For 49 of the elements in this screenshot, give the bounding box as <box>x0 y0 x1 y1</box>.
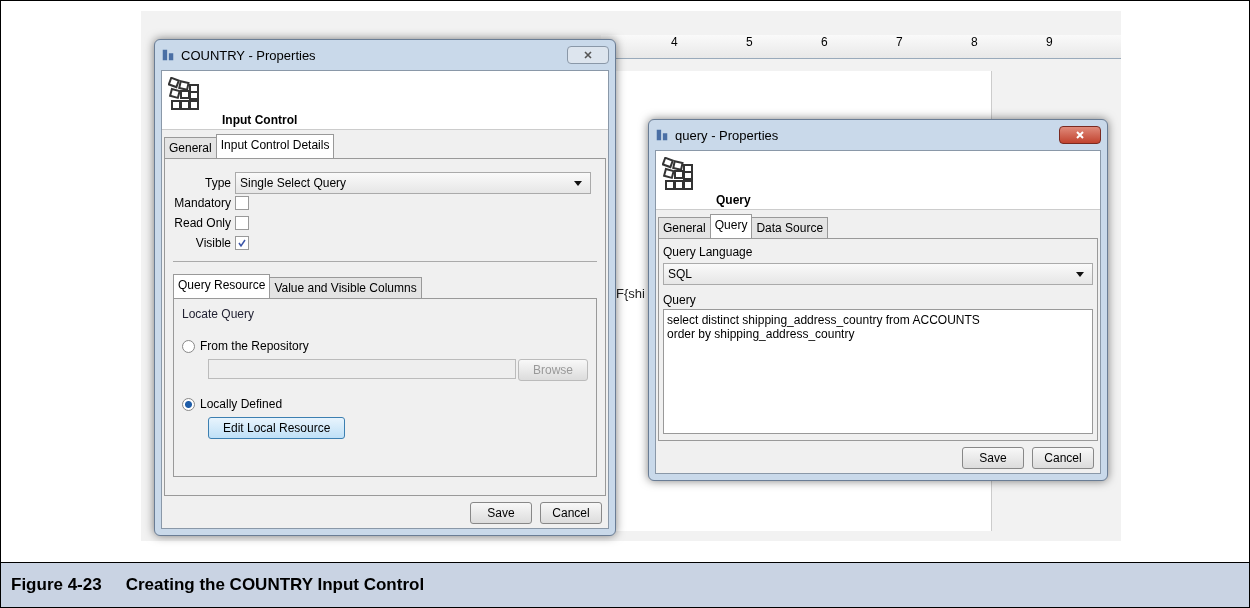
tab[interactable]: General <box>658 217 711 238</box>
tab[interactable]: Data Source <box>751 217 829 238</box>
tab[interactable]: Query <box>709 214 753 238</box>
radio-button[interactable] <box>182 339 195 353</box>
field-label: Query Language <box>663 245 754 259</box>
ruler-number: 7 <box>896 35 904 51</box>
checkbox-label: Visible <box>194 236 231 250</box>
radio-button[interactable] <box>182 397 195 411</box>
edit-local-resource-button[interactable]: Edit Local Resource <box>208 417 346 439</box>
ruler-number: 9 <box>1046 35 1054 51</box>
ruler-number: 4 <box>671 35 679 51</box>
dialog-heading: Input Control <box>222 113 298 127</box>
query-text-area[interactable]: select distinct shipping_address_country from ACCOUNTS order by shipping_address_country <box>663 309 1093 434</box>
caret-icon <box>574 180 582 186</box>
ruler-number: 8 <box>971 35 979 51</box>
save-button[interactable]: Save <box>470 502 532 524</box>
radio-label: Locally Defined <box>200 397 283 411</box>
figure-caption: Creating the COUNTRY Input Control <box>125 575 425 595</box>
cancel-button[interactable]: Cancel <box>540 502 602 524</box>
expression-text: F{shi <box>616 286 645 301</box>
tab[interactable]: Value and Visible Columns <box>269 277 422 298</box>
tab[interactable]: Input Control Details <box>215 134 335 158</box>
app-icon <box>655 128 669 142</box>
save-button[interactable]: Save <box>962 447 1024 469</box>
checkbox[interactable] <box>235 216 249 230</box>
radio-label: From the Repository <box>200 339 309 353</box>
tab[interactable]: General <box>164 137 217 158</box>
caret-icon <box>1076 271 1084 277</box>
figure-number: Figure 4-23 <box>11 575 102 595</box>
close-icon <box>1075 130 1085 140</box>
checkbox-label: Mandatory <box>173 196 231 210</box>
dialog-heading: Query <box>716 193 751 207</box>
language-dropdown[interactable]: SQL <box>663 263 1093 285</box>
window-title: query - Properties <box>675 127 780 143</box>
app-icon <box>161 48 175 62</box>
group-label: Locate Query <box>182 307 256 321</box>
tab[interactable]: Query Resource <box>173 274 271 298</box>
type-label: Type <box>204 176 231 190</box>
checkbox[interactable] <box>235 196 249 210</box>
checkbox[interactable] <box>235 236 249 250</box>
ruler-number: 5 <box>746 35 754 51</box>
type-dropdown[interactable]: Single Select Query <box>235 172 591 194</box>
close-icon <box>583 50 593 60</box>
checkbox-label: Read Only <box>173 216 231 230</box>
field-label: Query <box>663 293 697 307</box>
cancel-button[interactable]: Cancel <box>1032 447 1094 469</box>
close-button[interactable] <box>1059 126 1101 144</box>
ruler-number: 6 <box>821 35 829 51</box>
window-title: COUNTRY - Properties <box>181 47 317 63</box>
